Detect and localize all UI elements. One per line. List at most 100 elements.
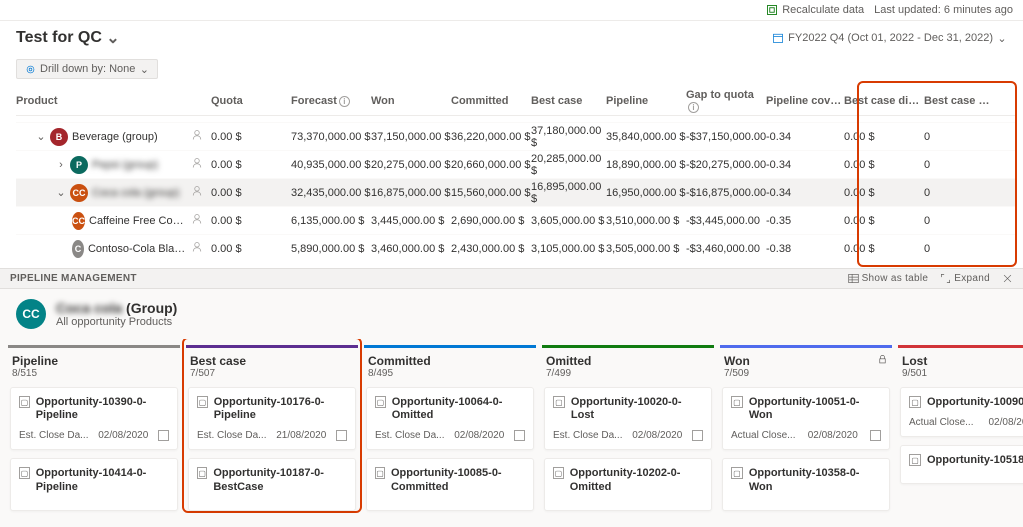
ai-icon — [191, 213, 211, 228]
cell-disc: 0.00 $ — [844, 187, 924, 199]
col-forecast[interactable]: Forecasti — [291, 95, 371, 107]
recalculate-button[interactable]: Recalculate data — [766, 4, 864, 16]
lock-icon — [877, 354, 888, 368]
opportunity-card[interactable]: ▢Opportunity-10187-0-BestCase — [188, 458, 356, 510]
expand-icon — [940, 273, 951, 284]
lane-title: Lost — [902, 354, 1023, 368]
lane-color-bar — [364, 345, 536, 348]
page-title-dropdown[interactable]: Test for QC ⌄ — [16, 29, 118, 47]
lane-count: 7/507 — [190, 368, 354, 379]
cell-pipeline: 16,950,000.00 $ — [606, 187, 686, 199]
card-meta-value: 02/08/2020 — [98, 430, 148, 441]
chevron-down-icon[interactable]: ⌄ — [56, 188, 66, 198]
cell-disc: 0.00 $ — [844, 215, 924, 227]
card-meta-label: Est. Close Da... — [553, 430, 622, 441]
card-icon: ▢ — [553, 467, 564, 479]
product-cell[interactable]: ⌄CCCoca cola (group) — [16, 184, 211, 202]
chevron-down-icon: ⌄ — [108, 33, 118, 43]
close-button[interactable] — [1002, 273, 1013, 284]
opportunity-card[interactable]: ▢Opportunity-10518- — [900, 445, 1023, 484]
col-bestcase[interactable]: Best case — [531, 95, 606, 107]
card-meta-label: Est. Close Da... — [19, 430, 88, 441]
opportunity-card[interactable]: ▢Opportunity-10085-0-Committed — [366, 458, 534, 510]
col-product[interactable]: Product — [16, 95, 211, 107]
cell-pipeline: 3,505,000.00 $ — [606, 243, 686, 255]
lane-count: 7/499 — [546, 368, 710, 379]
cell-forecast: 32,435,000.00 $ — [291, 187, 371, 199]
opportunity-card[interactable]: ▢Opportunity-10358-0-Won — [722, 458, 890, 510]
product-name: Caffeine Free Contoso-Cola — [89, 215, 187, 227]
card-icon: ▢ — [19, 396, 30, 408]
show-as-table-button[interactable]: Show as table — [848, 273, 929, 284]
opportunity-card[interactable]: ▢Opportunity-10176-0-PipelineEst. Close … — [188, 387, 356, 450]
product-cell[interactable]: ⌄BBeverage (group) — [16, 128, 211, 146]
cell-won: 3,460,000.00 $ — [371, 243, 451, 255]
col-committed[interactable]: Committed — [451, 95, 531, 107]
col-won[interactable]: Won — [371, 95, 451, 107]
table-row[interactable]: CCCaffeine Free Contoso-Cola0.00 $6,135,… — [16, 206, 1017, 234]
lane-count: 9/501 — [902, 368, 1023, 379]
col-disc[interactable]: Best case disco... — [844, 95, 924, 107]
product-cell[interactable]: CCCaffeine Free Contoso-Cola — [16, 212, 211, 230]
card-meta: Actual Close...02/08/202 — [909, 417, 1023, 428]
opportunity-card[interactable]: ▢Opportunity-10202-0-Omitted — [544, 458, 712, 510]
card-meta: Est. Close Da...21/08/2020 — [197, 430, 347, 441]
period-label: FY2022 Q4 (Oct 01, 2022 - Dec 31, 2022) — [788, 32, 993, 44]
drill-down-button[interactable]: Drill down by: None ⌄ — [16, 59, 158, 79]
product-name: Beverage (group) — [72, 131, 158, 143]
cell-disc: 0.00 $ — [844, 159, 924, 171]
col-cover[interactable]: Pipeline cove... — [766, 95, 844, 107]
cell-quota: 0.00 $ — [211, 131, 291, 143]
cell-bestcase: 3,105,000.00 $ — [531, 243, 606, 255]
opportunity-card[interactable]: ▢Opportunity-10064-0-OmittedEst. Close D… — [366, 387, 534, 450]
chevron-down-icon: ⌄ — [997, 33, 1007, 43]
cell-cover: -0.34 — [766, 187, 844, 199]
cell-cover: -0.34 — [766, 159, 844, 171]
cell-disc: 0.00 $ — [844, 131, 924, 143]
opportunity-card[interactable]: ▢Opportunity-10414-0-Pipeline — [10, 458, 178, 510]
card-icon: ▢ — [909, 454, 921, 466]
table-icon — [848, 273, 859, 284]
cell-cover: -0.34 — [766, 131, 844, 143]
period-selector[interactable]: FY2022 Q4 (Oct 01, 2022 - Dec 31, 2022) … — [772, 32, 1007, 44]
card-title: Opportunity-10090- — [927, 396, 1023, 409]
lane-title: Best case — [190, 354, 354, 368]
info-icon[interactable]: i — [339, 96, 350, 107]
card-icon: ▢ — [909, 396, 921, 408]
card-meta: Est. Close Da...02/08/2020 — [553, 430, 703, 441]
opportunity-card[interactable]: ▢ Opportunity-10090- Actual Close...02/08/… — [900, 387, 1023, 437]
opportunity-card[interactable]: ▢Opportunity-10020-0-LostEst. Close Da..… — [544, 387, 712, 450]
opportunity-card[interactable]: ▢Opportunity-10051-0-WonActual Close...0… — [722, 387, 890, 450]
expand-button[interactable]: Expand — [940, 273, 990, 284]
info-icon[interactable]: i — [688, 102, 699, 113]
chevron-down-icon[interactable]: ⌄ — [36, 132, 46, 142]
avatar: CC — [70, 184, 88, 202]
cell-gap: -$20,275,000.00 — [686, 159, 766, 171]
col-pipeline[interactable]: Pipeline — [606, 95, 686, 107]
card-icon: ▢ — [731, 467, 743, 479]
table-row[interactable]: ›PPepsi (group)0.00 $40,935,000.00 $20,2… — [16, 150, 1017, 178]
card-title: Opportunity-10064-0-Omitted — [392, 396, 525, 422]
table-row[interactable]: ⌄BBeverage (group)0.00 $73,370,000.00 $3… — [16, 122, 1017, 150]
product-cell[interactable]: ›PPepsi (group) — [16, 156, 211, 174]
cell-produ: 0 — [924, 215, 994, 227]
lane-title: Committed — [368, 354, 532, 368]
lane-lost: Lost9/501 ▢ Opportunity-10090- Actual Close… — [898, 341, 1023, 519]
table-row[interactable]: ⌄CCCoca cola (group)0.00 $32,435,000.00 … — [16, 178, 1017, 206]
card-meta-label: Est. Close Da... — [197, 430, 266, 441]
opportunity-card[interactable]: ▢Opportunity-10390-0-PipelineEst. Close … — [10, 387, 178, 450]
cell-forecast: 73,370,000.00 $ — [291, 131, 371, 143]
col-gap[interactable]: Gap to quotai — [686, 89, 766, 113]
table-row[interactable]: CContoso-Cola Black Cherry Va0.00 $5,890… — [16, 234, 1017, 262]
cell-gap: -$16,875,000.00 — [686, 187, 766, 199]
ai-icon — [191, 185, 211, 200]
cell-won: 20,275,000.00 $ — [371, 159, 451, 171]
product-cell[interactable]: CContoso-Cola Black Cherry Va — [16, 240, 211, 258]
col-quota[interactable]: Quota — [211, 95, 291, 107]
calendar-icon — [870, 430, 881, 441]
col-produ[interactable]: Best case produ... — [924, 95, 994, 107]
cell-pipeline: 35,840,000.00 $ — [606, 131, 686, 143]
avatar: P — [70, 156, 88, 174]
cell-quota: 0.00 $ — [211, 243, 291, 255]
chevron-right-icon[interactable]: › — [56, 160, 66, 170]
